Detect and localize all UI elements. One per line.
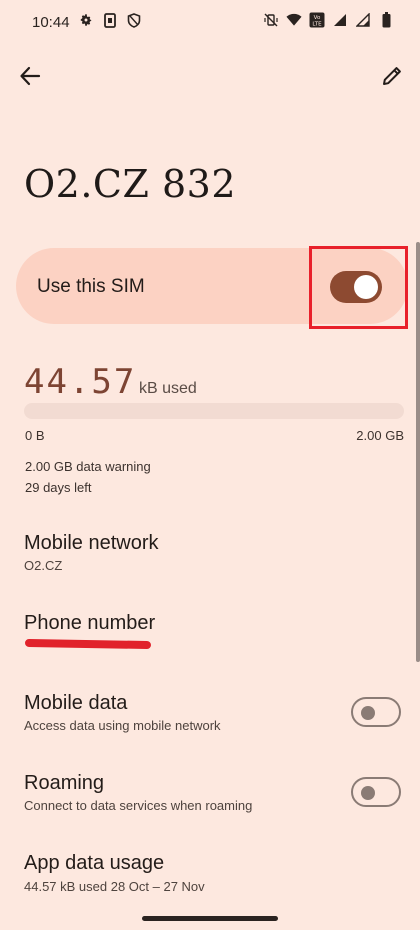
- toggle-knob: [361, 786, 375, 800]
- days-left-text: 29 days left: [25, 480, 92, 495]
- sim-card-icon: [102, 12, 118, 28]
- scrollbar[interactable]: [416, 242, 420, 662]
- mobile-network-subtitle: O2.CZ: [24, 558, 63, 573]
- usage-min-label: 0 B: [25, 428, 45, 443]
- volte-icon: Vo LTE: [309, 12, 325, 28]
- status-time: 10:44: [32, 14, 70, 31]
- svg-text:LTE: LTE: [312, 22, 322, 28]
- highlight-box: [309, 246, 408, 329]
- page-title: O2.CZ 832: [24, 162, 236, 206]
- mobile-network-title[interactable]: Mobile network: [24, 532, 159, 555]
- toggle-knob: [361, 706, 375, 720]
- app-data-usage-subtitle: 44.57 kB used 28 Oct – 27 Nov: [24, 879, 205, 894]
- mobile-data-subtitle: Access data using mobile network: [24, 718, 221, 733]
- roaming-toggle[interactable]: [351, 777, 401, 807]
- status-icons-right: Vo LTE: [263, 12, 394, 28]
- arrow-back-icon: [19, 65, 41, 92]
- roaming-title[interactable]: Roaming: [24, 772, 104, 795]
- redaction-mark: [24, 638, 152, 650]
- mobile-data-toggle[interactable]: [351, 697, 401, 727]
- usage-value: 44.57: [24, 362, 137, 402]
- vibrate-off-icon: [263, 12, 279, 28]
- roaming-subtitle: Connect to data services when roaming: [24, 798, 253, 813]
- usage-max-label: 2.00 GB: [356, 428, 404, 443]
- usage-unit: kB used: [139, 380, 197, 397]
- data-warning-text: 2.00 GB data warning: [25, 459, 151, 474]
- wifi-icon: [286, 12, 302, 28]
- edit-button[interactable]: [376, 62, 408, 94]
- svg-text:Vo: Vo: [314, 15, 321, 21]
- pencil-icon: [381, 65, 403, 92]
- battery-icon: [378, 12, 394, 28]
- phone-number-title[interactable]: Phone number: [24, 612, 155, 635]
- mobile-data-title[interactable]: Mobile data: [24, 692, 127, 715]
- signal-icon: [332, 12, 348, 28]
- status-icons-left: [78, 12, 142, 28]
- signal-icon-2: [355, 12, 371, 28]
- shield-icon: [126, 12, 142, 28]
- app-data-usage-title[interactable]: App data usage: [24, 852, 164, 875]
- usage-progress-bar: [24, 403, 404, 419]
- use-sim-label: Use this SIM: [37, 276, 145, 297]
- gesture-nav-handle[interactable]: [142, 916, 278, 921]
- gear-icon: [78, 12, 94, 28]
- back-button[interactable]: [14, 62, 46, 94]
